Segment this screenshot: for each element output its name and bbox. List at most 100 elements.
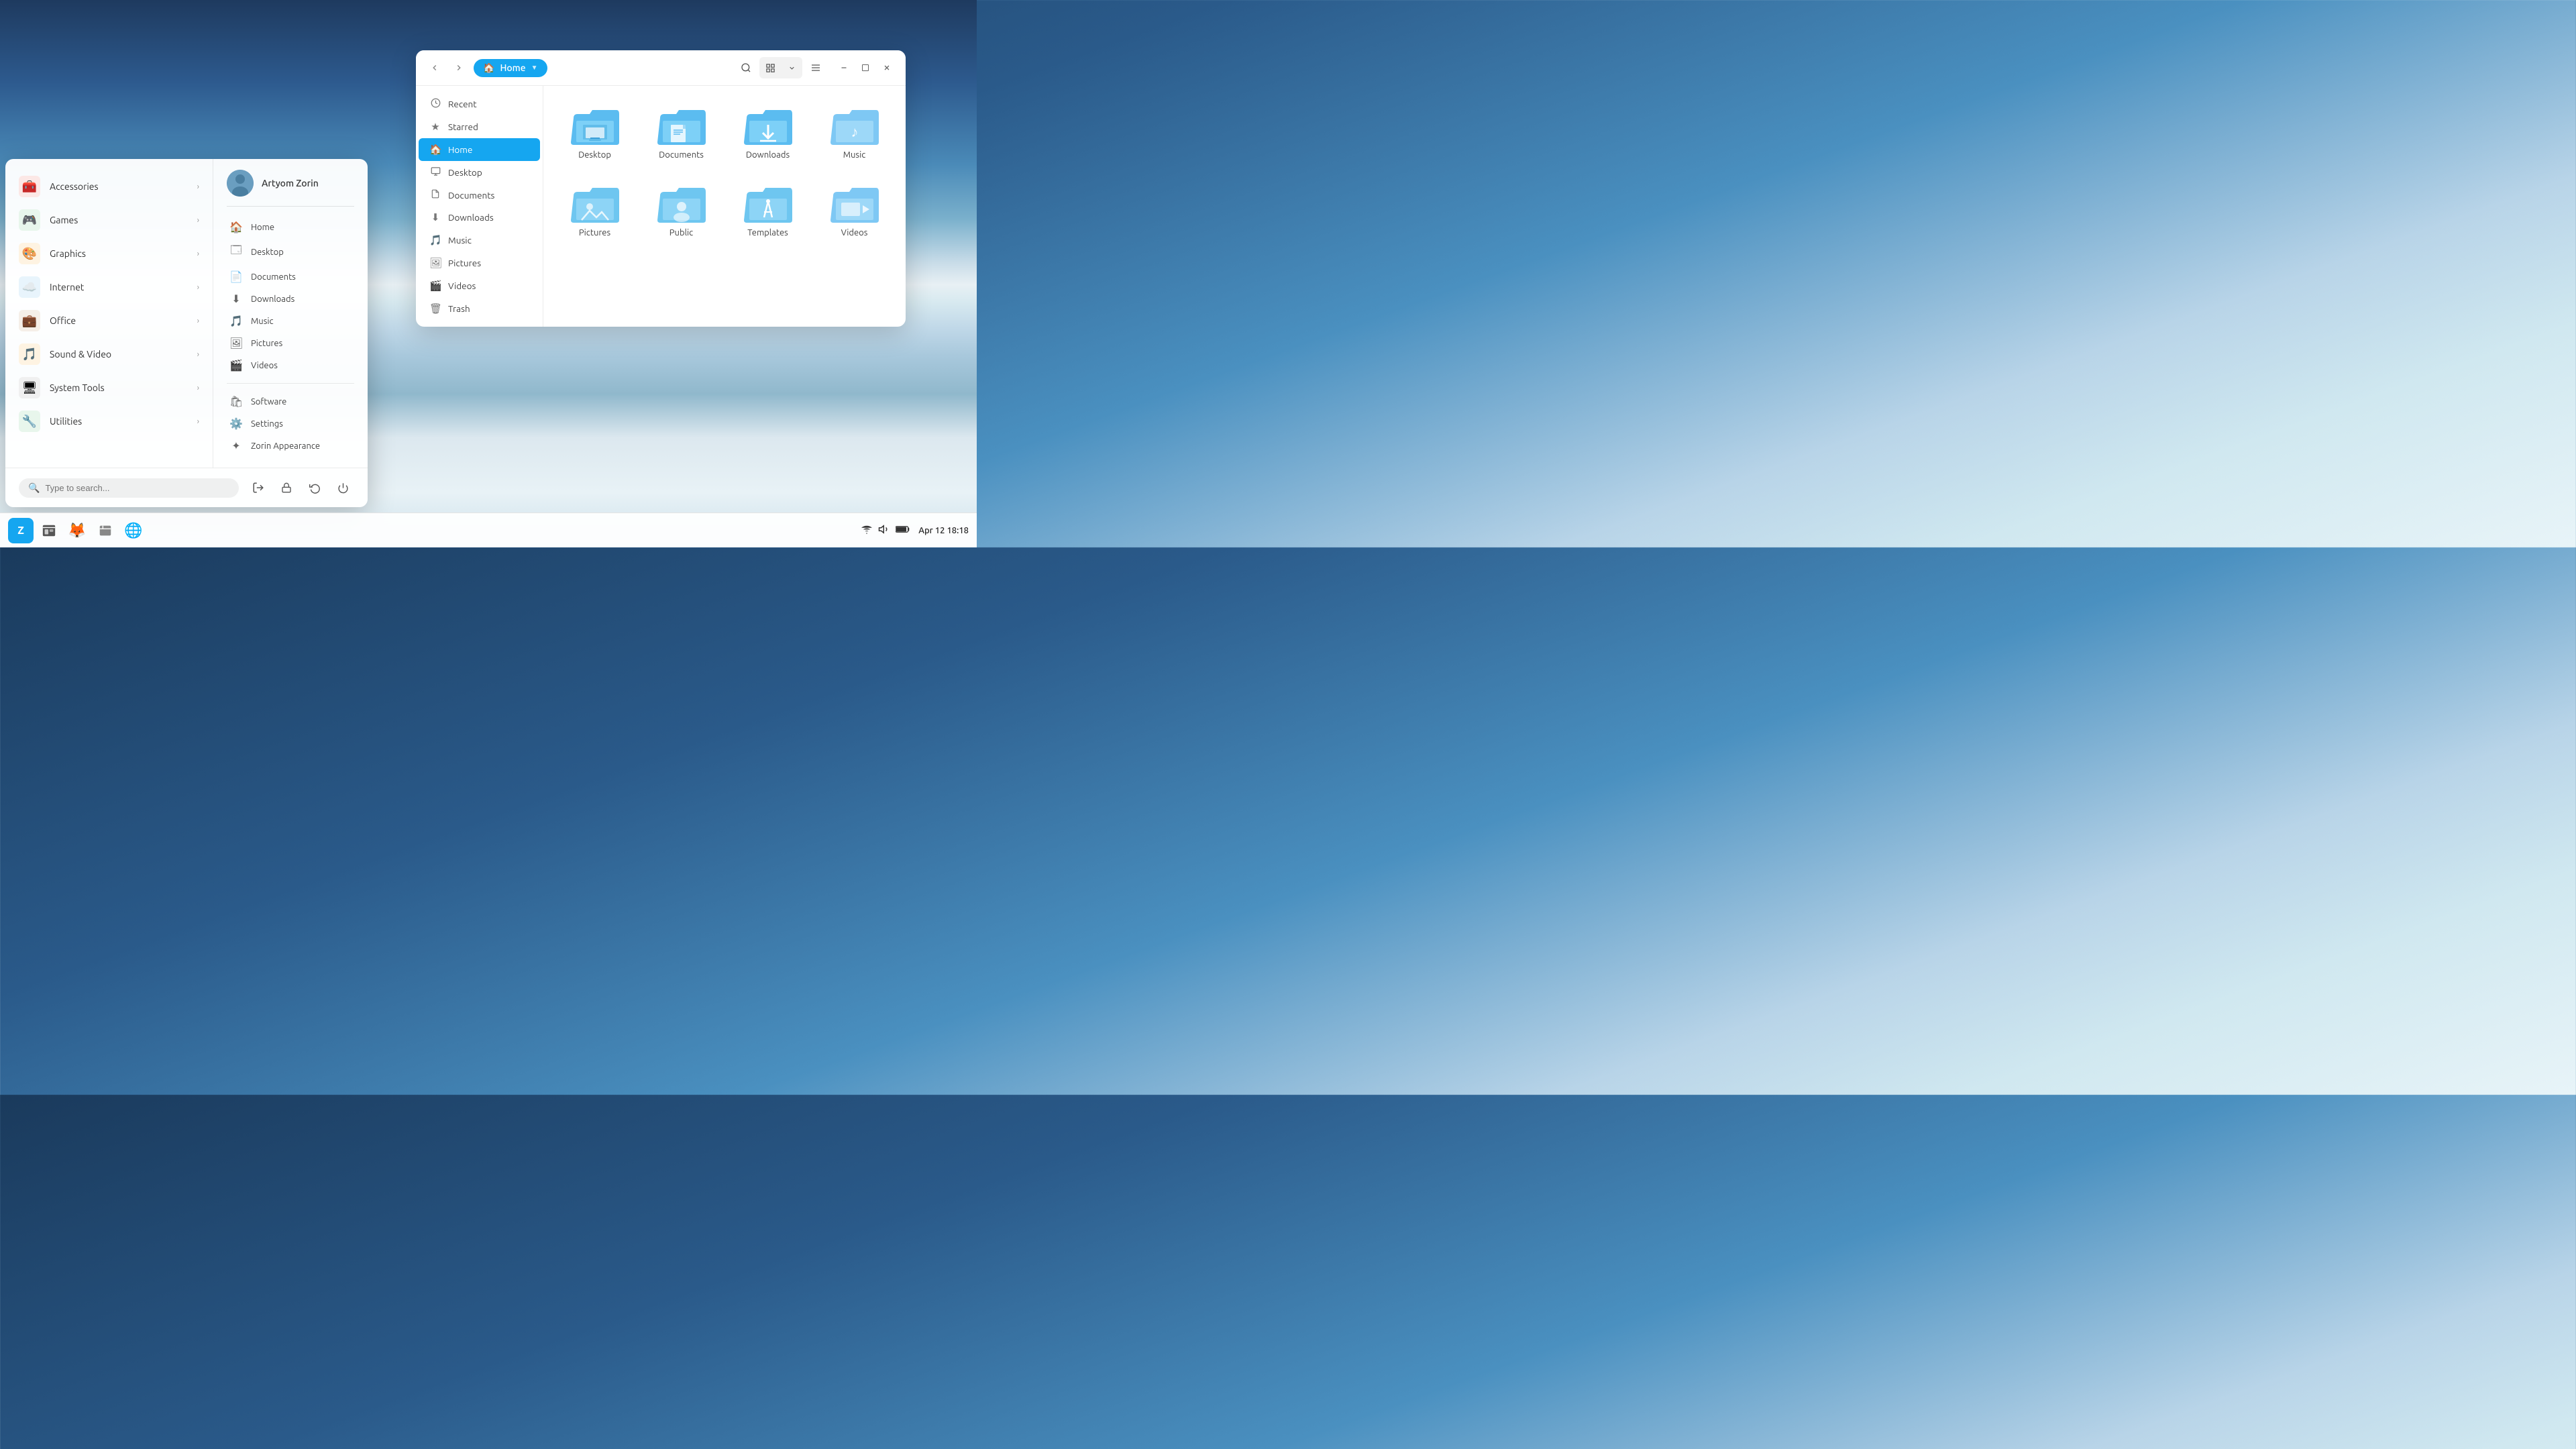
- templates-folder-label: Templates: [747, 228, 788, 237]
- utilities-arrow: ›: [197, 417, 199, 426]
- fm-view-dropdown-button[interactable]: [781, 57, 802, 78]
- quick-link-documents[interactable]: 📄 Documents: [227, 266, 354, 288]
- pictures-icon: 🖼: [229, 337, 243, 350]
- sidebar-item-desktop-label: Desktop: [448, 167, 482, 178]
- folder-documents[interactable]: Documents: [643, 99, 719, 166]
- public-folder-icon: [657, 184, 706, 224]
- quick-link-desktop[interactable]: 🗔 Desktop: [227, 238, 354, 266]
- category-sound-video[interactable]: 🎵 Sound & Video ›: [5, 337, 213, 371]
- taskbar-firefox[interactable]: 🦊: [64, 518, 90, 543]
- power-button[interactable]: [331, 476, 354, 499]
- sidebar-item-pictures[interactable]: 🖼 Pictures: [419, 252, 540, 274]
- search-box[interactable]: 🔍: [19, 478, 239, 498]
- sidebar-item-trash[interactable]: 🗑 Trash: [419, 297, 540, 320]
- folder-templates[interactable]: Templates: [730, 177, 806, 244]
- settings-link-label: Settings: [251, 419, 283, 429]
- sidebar-item-videos[interactable]: 🎬 Videos: [419, 274, 540, 297]
- sidebar-item-documents[interactable]: Documents: [419, 184, 540, 206]
- home-link-label: Home: [251, 223, 274, 232]
- folder-music[interactable]: ♪ Music: [816, 99, 892, 166]
- category-internet[interactable]: ☁️ Internet ›: [5, 270, 213, 304]
- fm-location-text: Home: [500, 62, 525, 73]
- sidebar-item-home[interactable]: 🏠 Home: [419, 138, 540, 161]
- folder-pictures[interactable]: Pictures: [557, 177, 633, 244]
- office-arrow: ›: [197, 317, 199, 325]
- documents-sidebar-icon: [429, 189, 441, 201]
- folder-desktop[interactable]: Desktop: [557, 99, 633, 166]
- folder-videos[interactable]: Videos: [816, 177, 892, 244]
- search-input[interactable]: [45, 483, 229, 493]
- taskbar-zorin-menu[interactable]: Z: [8, 518, 34, 543]
- taskbar-nautilus[interactable]: [93, 518, 118, 543]
- app-menu-body: 🧰 Accessories › 🎮 Games › 🎨 Graphics › ☁…: [5, 159, 368, 468]
- category-system-tools[interactable]: 🖥 System Tools ›: [5, 371, 213, 405]
- quick-link-home[interactable]: 🏠 Home: [227, 216, 354, 238]
- quick-link-pictures[interactable]: 🖼 Pictures: [227, 332, 354, 354]
- folder-downloads[interactable]: Downloads: [730, 99, 806, 166]
- fm-menu-button[interactable]: [805, 57, 826, 78]
- sound-video-icon: 🎵: [19, 343, 40, 365]
- quick-link-zorin-appearance[interactable]: ✦ Zorin Appearance: [227, 435, 354, 457]
- documents-icon: 📄: [229, 270, 243, 283]
- sidebar-item-starred[interactable]: ★ Starred: [419, 115, 540, 138]
- fm-location-bar[interactable]: 🏠 Home ▼: [474, 59, 547, 77]
- sidebar-item-documents-label: Documents: [448, 190, 494, 201]
- desktop-icon: 🗔: [229, 243, 243, 261]
- fm-back-button[interactable]: [425, 58, 444, 77]
- quick-link-music[interactable]: 🎵 Music: [227, 310, 354, 332]
- pictures-folder-label: Pictures: [579, 228, 610, 237]
- sidebar-item-desktop[interactable]: Desktop: [419, 161, 540, 184]
- quick-link-settings[interactable]: ⚙️ Settings: [227, 413, 354, 435]
- documents-link-label: Documents: [251, 272, 296, 282]
- fm-forward-button[interactable]: [449, 58, 468, 77]
- quick-link-videos[interactable]: 🎬 Videos: [227, 354, 354, 376]
- templates-folder-icon: [744, 184, 792, 224]
- quick-link-software[interactable]: 🛍 Software: [227, 390, 354, 413]
- fm-grid-view-button[interactable]: [759, 57, 781, 78]
- quick-link-downloads[interactable]: ⬇ Downloads: [227, 288, 354, 310]
- category-games[interactable]: 🎮 Games ›: [5, 203, 213, 237]
- sidebar-item-recent[interactable]: Recent: [419, 93, 540, 115]
- lock-button[interactable]: [275, 476, 298, 499]
- system-tools-icon: 🖥: [19, 377, 40, 398]
- desktop-folder-label: Desktop: [578, 150, 611, 160]
- videos-icon: 🎬: [229, 359, 243, 372]
- fm-content: Desktop Documents: [543, 86, 906, 327]
- taskbar: Z 🦊 🌐: [0, 513, 977, 547]
- games-label: Games: [50, 215, 188, 225]
- folder-public[interactable]: Public: [643, 177, 719, 244]
- svg-text:♪: ♪: [851, 123, 858, 140]
- utilities-icon: 🔧: [19, 411, 40, 432]
- taskbar-files[interactable]: [36, 518, 62, 543]
- logout-button[interactable]: [247, 476, 270, 499]
- taskbar-apps: Z 🦊 🌐: [8, 518, 146, 543]
- user-profile[interactable]: Artyom Zorin: [227, 170, 354, 207]
- documents-folder-icon: [657, 106, 706, 146]
- category-graphics[interactable]: 🎨 Graphics ›: [5, 237, 213, 270]
- downloads-icon: ⬇: [229, 292, 243, 305]
- fm-toolbar-right: [735, 57, 896, 78]
- documents-folder-label: Documents: [659, 150, 704, 160]
- fm-search-button[interactable]: [735, 57, 757, 78]
- settings-icon: ⚙️: [229, 417, 243, 430]
- taskbar-software[interactable]: 🌐: [121, 518, 146, 543]
- downloads-folder-label: Downloads: [746, 150, 790, 160]
- close-button[interactable]: [877, 58, 896, 77]
- software-icon: 🛍: [229, 395, 243, 408]
- taskbar-right: Apr 12 18:18: [861, 523, 969, 537]
- category-utilities[interactable]: 🔧 Utilities ›: [5, 405, 213, 438]
- internet-icon: ☁️: [19, 276, 40, 298]
- category-accessories[interactable]: 🧰 Accessories ›: [5, 170, 213, 203]
- restart-button[interactable]: [303, 476, 326, 499]
- system-tools-label: System Tools: [50, 382, 188, 393]
- trash-sidebar-icon: 🗑: [429, 303, 441, 315]
- minimize-button[interactable]: [835, 58, 853, 77]
- app-menu-right-panel: Artyom Zorin 🏠 Home 🗔 Desktop 📄 Document…: [213, 159, 368, 468]
- maximize-button[interactable]: [856, 58, 875, 77]
- downloads-folder-icon: [744, 106, 792, 146]
- accessories-label: Accessories: [50, 181, 188, 192]
- fm-titlebar: 🏠 Home ▼: [416, 50, 906, 86]
- sidebar-item-downloads[interactable]: ⬇ Downloads: [419, 206, 540, 229]
- sidebar-item-music[interactable]: 🎵 Music: [419, 229, 540, 252]
- category-office[interactable]: 💼 Office ›: [5, 304, 213, 337]
